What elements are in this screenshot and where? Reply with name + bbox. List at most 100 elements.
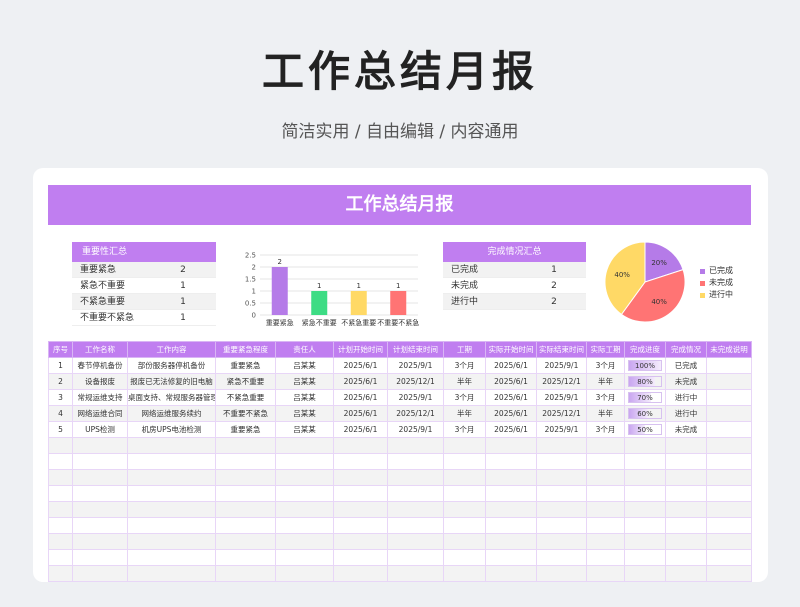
table-cell[interactable]	[665, 469, 707, 486]
table-cell[interactable]: 吕某某	[275, 405, 334, 422]
table-cell[interactable]: 不重要不紧急	[215, 405, 276, 422]
table-cell[interactable]	[127, 469, 216, 486]
table-cell[interactable]	[706, 389, 752, 406]
table-cell[interactable]: 网络运维服务续约	[127, 405, 216, 422]
table-cell[interactable]	[387, 469, 444, 486]
table-cell[interactable]	[275, 565, 334, 582]
table-cell[interactable]: 2025/6/1	[485, 405, 537, 422]
importance-summary-row[interactable]: 重要紧急 2	[72, 262, 216, 278]
table-cell[interactable]: 2025/12/1	[387, 405, 444, 422]
table-cell[interactable]	[536, 501, 587, 518]
table-cell[interactable]	[215, 485, 276, 502]
table-cell[interactable]	[485, 549, 537, 566]
column-header[interactable]: 序号	[48, 341, 73, 358]
table-cell[interactable]	[333, 437, 388, 454]
table-cell[interactable]	[624, 453, 666, 470]
table-cell[interactable]	[706, 517, 752, 534]
table-cell[interactable]	[706, 357, 752, 374]
table-cell[interactable]	[215, 565, 276, 582]
table-cell[interactable]: 半年	[586, 405, 625, 422]
table-cell[interactable]	[443, 501, 486, 518]
completion-summary-row[interactable]: 未完成 2	[443, 278, 586, 294]
table-cell[interactable]: 部份服务器停机备份	[127, 357, 216, 374]
table-cell[interactable]: 2025/6/1	[333, 373, 388, 390]
table-cell[interactable]	[706, 549, 752, 566]
completion-summary-row[interactable]: 进行中 2	[443, 294, 586, 310]
column-header[interactable]: 实际工期	[586, 341, 625, 358]
table-cell[interactable]	[485, 501, 537, 518]
table-cell[interactable]: 2025/6/1	[333, 405, 388, 422]
table-cell[interactable]	[72, 437, 128, 454]
table-cell[interactable]: 2025/12/1	[536, 373, 587, 390]
table-cell[interactable]: 3个月	[443, 389, 486, 406]
table-cell[interactable]	[536, 469, 587, 486]
table-cell[interactable]	[586, 501, 625, 518]
table-cell[interactable]	[624, 517, 666, 534]
table-cell[interactable]	[333, 533, 388, 550]
table-cell[interactable]	[48, 501, 73, 518]
table-cell[interactable]	[48, 469, 73, 486]
table-row[interactable]: 5 UPS检测 机房UPS电池检测 重要紧急 吕某某 2025/6/1 2025/9/1 3个…	[48, 421, 752, 438]
table-cell[interactable]: 3个月	[443, 357, 486, 374]
table-cell[interactable]: 3个月	[586, 421, 625, 438]
table-cell[interactable]	[624, 533, 666, 550]
table-cell[interactable]	[333, 469, 388, 486]
table-cell[interactable]: 桌面支持、常规服务器管理	[127, 389, 216, 406]
table-row[interactable]: 2 设备报废 报废已无法修复的旧电脑 紧急不重要 吕某某 2025/6/1 2025/12/…	[48, 373, 752, 390]
table-cell[interactable]: 2025/6/1	[333, 421, 388, 438]
table-cell[interactable]	[72, 501, 128, 518]
table-cell[interactable]: 3个月	[586, 389, 625, 406]
bar[interactable]	[390, 291, 407, 315]
table-cell[interactable]: 不紧急重要	[215, 389, 276, 406]
table-cell[interactable]	[485, 533, 537, 550]
table-cell[interactable]: 未完成	[665, 373, 707, 390]
table-cell[interactable]	[48, 517, 73, 534]
table-cell[interactable]: 春节停机备份	[72, 357, 128, 374]
table-cell[interactable]	[536, 517, 587, 534]
table-cell[interactable]: 吕某某	[275, 357, 334, 374]
table-cell[interactable]: 紧急不重要	[215, 373, 276, 390]
table-cell[interactable]	[275, 437, 334, 454]
table-cell[interactable]	[624, 485, 666, 502]
table-cell[interactable]	[443, 453, 486, 470]
completion-summary-header[interactable]: 完成情况汇总	[443, 242, 586, 262]
table-cell[interactable]: 2025/12/1	[536, 405, 587, 422]
table-cell[interactable]: 70%	[624, 389, 666, 406]
table-cell[interactable]	[443, 565, 486, 582]
table-cell[interactable]	[443, 549, 486, 566]
table-cell[interactable]: 3个月	[586, 357, 625, 374]
table-cell[interactable]	[333, 565, 388, 582]
table-cell[interactable]	[387, 453, 444, 470]
table-cell[interactable]: 进行中	[665, 389, 707, 406]
table-cell[interactable]	[536, 453, 587, 470]
table-cell[interactable]	[624, 437, 666, 454]
table-cell[interactable]	[275, 533, 334, 550]
table-cell[interactable]	[215, 549, 276, 566]
table-cell[interactable]	[387, 549, 444, 566]
table-cell[interactable]	[706, 469, 752, 486]
empty-row[interactable]	[48, 549, 752, 566]
table-cell[interactable]	[665, 517, 707, 534]
table-cell[interactable]	[127, 517, 216, 534]
column-header[interactable]: 工期	[443, 341, 486, 358]
table-cell[interactable]	[586, 453, 625, 470]
table-cell[interactable]	[665, 549, 707, 566]
table-cell[interactable]	[443, 517, 486, 534]
bar[interactable]	[271, 267, 288, 315]
column-header[interactable]: 完成情况	[665, 341, 707, 358]
table-cell[interactable]	[536, 485, 587, 502]
empty-row[interactable]	[48, 501, 752, 518]
table-cell[interactable]: 未完成	[665, 421, 707, 438]
table-cell[interactable]	[275, 485, 334, 502]
sheet-title[interactable]: 工作总结月报	[48, 185, 751, 225]
table-cell[interactable]: 已完成	[665, 357, 707, 374]
table-cell[interactable]	[706, 373, 752, 390]
table-cell[interactable]: 1	[48, 357, 73, 374]
table-cell[interactable]	[48, 485, 73, 502]
table-cell[interactable]	[706, 453, 752, 470]
table-cell[interactable]: 4	[48, 405, 73, 422]
table-cell[interactable]	[127, 437, 216, 454]
empty-row[interactable]	[48, 437, 752, 454]
table-cell[interactable]	[72, 469, 128, 486]
empty-row[interactable]	[48, 469, 752, 486]
